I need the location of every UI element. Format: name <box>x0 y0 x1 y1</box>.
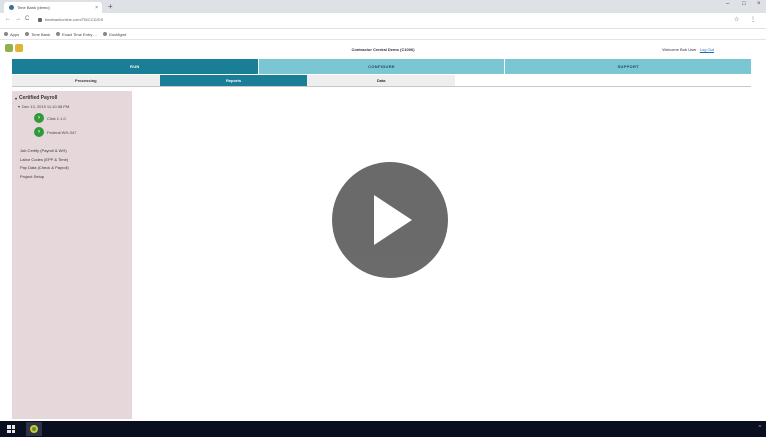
subtab-data[interactable]: Data <box>307 75 456 86</box>
bookmark-time-bank[interactable]: Time Bank <box>25 32 50 37</box>
url-text: timebankonline.com/TB/CCD/DS <box>45 17 104 22</box>
minimize-button[interactable]: – <box>726 1 729 7</box>
sidebar-link-project-setup[interactable]: Project Setup <box>20 173 69 182</box>
chrome-icon <box>30 425 38 433</box>
bookmark-govmgmt[interactable]: GovMgmt <box>102 32 126 37</box>
tree-root-label: Certified Payroll <box>19 95 58 101</box>
forward-button[interactable]: → <box>15 16 21 22</box>
main-nav: RUN CONFIGURE SUPPORT <box>12 59 752 74</box>
tree-doc-label: Click 1.1.0 <box>47 115 66 121</box>
favicon-icon <box>9 5 14 10</box>
divider <box>12 86 751 87</box>
address-bar[interactable]: timebankonline.com/TB/CCD/DS <box>38 17 103 22</box>
new-tab-button[interactable]: + <box>108 2 113 11</box>
reload-button[interactable]: C <box>25 16 29 22</box>
back-button[interactable]: ← <box>5 16 11 22</box>
sidebar-link-job-certify[interactable]: Job Certify (Payroll & WH) <box>20 147 69 156</box>
report-doc-icon: › <box>34 113 44 123</box>
subtab-reports[interactable]: Reports <box>159 75 308 86</box>
welcome-text: Welcome Bob User <box>662 47 697 52</box>
sidebar: ▾ Certified Payroll ▾ Dec 13, 2019 11:10… <box>12 91 132 419</box>
sidebar-links: Job Certify (Payroll & WH) Labor Codes (… <box>20 147 69 181</box>
subtab-processing[interactable]: Processing <box>12 75 160 86</box>
maximize-button[interactable]: □ <box>742 1 746 7</box>
tree-doc-federal-wh347[interactable]: › Federal WH-347 <box>34 127 76 137</box>
windows-start-icon[interactable] <box>7 425 15 433</box>
browser-menu-icon[interactable]: ⋮ <box>750 16 756 23</box>
taskbar: ^ <box>0 421 766 437</box>
bookmark-icon <box>25 32 30 36</box>
tab-configure[interactable]: CONFIGURE <box>257 59 505 74</box>
report-tree: ▾ Certified Payroll <box>15 95 57 101</box>
tab-title: Time Bank (demo) <box>17 5 50 10</box>
bookmarks-bar: Apps Time Bank Exact Time Entry ... GovM… <box>0 29 766 40</box>
taskbar-chrome-app[interactable] <box>26 422 42 436</box>
sidebar-link-labor-codes[interactable]: Labor Codes (EPP & Time) <box>20 156 69 165</box>
tree-node-date-label: Dec 13, 2019 11:10:38 PM <box>22 104 70 109</box>
tree-node-date[interactable]: ▾ Dec 13, 2019 11:10:38 PM <box>18 104 69 109</box>
tree-doc-click[interactable]: › Click 1.1.0 <box>34 113 66 123</box>
sidebar-link-pay-data[interactable]: Pay Data (Check & Payroll) <box>20 164 69 173</box>
collapse-icon[interactable]: ▾ <box>18 104 20 109</box>
sub-nav: Processing Reports Data <box>12 75 456 86</box>
report-doc-icon: › <box>34 127 44 137</box>
app-title: Contractor Central Demo (C1006) <box>351 47 415 52</box>
tab-run[interactable]: RUN <box>12 59 258 74</box>
browser-tab[interactable]: Time Bank (demo) × <box>4 2 102 13</box>
tree-doc-label: Federal WH-347 <box>47 129 77 135</box>
browser-toolbar: ← → C timebankonline.com/TB/CCD/DS ☆ ⋮ <box>0 13 766 29</box>
browser-tab-bar: Time Bank (demo) × + – □ × <box>0 0 766 13</box>
bookmark-apps[interactable]: Apps <box>4 32 19 37</box>
logout-link[interactable]: Log Out <box>700 47 714 52</box>
app-header: Contractor Central Demo (C1006) Welcome … <box>0 41 766 58</box>
bookmark-icon <box>102 32 107 36</box>
bookmark-star-icon[interactable]: ☆ <box>734 16 739 23</box>
tab-close-icon[interactable]: × <box>95 5 98 11</box>
lock-icon <box>38 17 42 22</box>
bookmark-exact-time[interactable]: Exact Time Entry ... <box>56 32 97 37</box>
close-window-button[interactable]: × <box>757 1 761 7</box>
apps-icon <box>4 32 8 36</box>
tray-expand-icon[interactable]: ^ <box>759 425 761 431</box>
welcome-area: Welcome Bob User Log Out <box>662 47 714 52</box>
play-button[interactable] <box>332 162 448 278</box>
tree-root-certified-payroll[interactable]: ▾ Certified Payroll <box>15 95 57 101</box>
bookmark-icon <box>56 32 61 36</box>
tab-support[interactable]: SUPPORT <box>504 59 752 74</box>
collapse-icon[interactable]: ▾ <box>15 96 17 101</box>
